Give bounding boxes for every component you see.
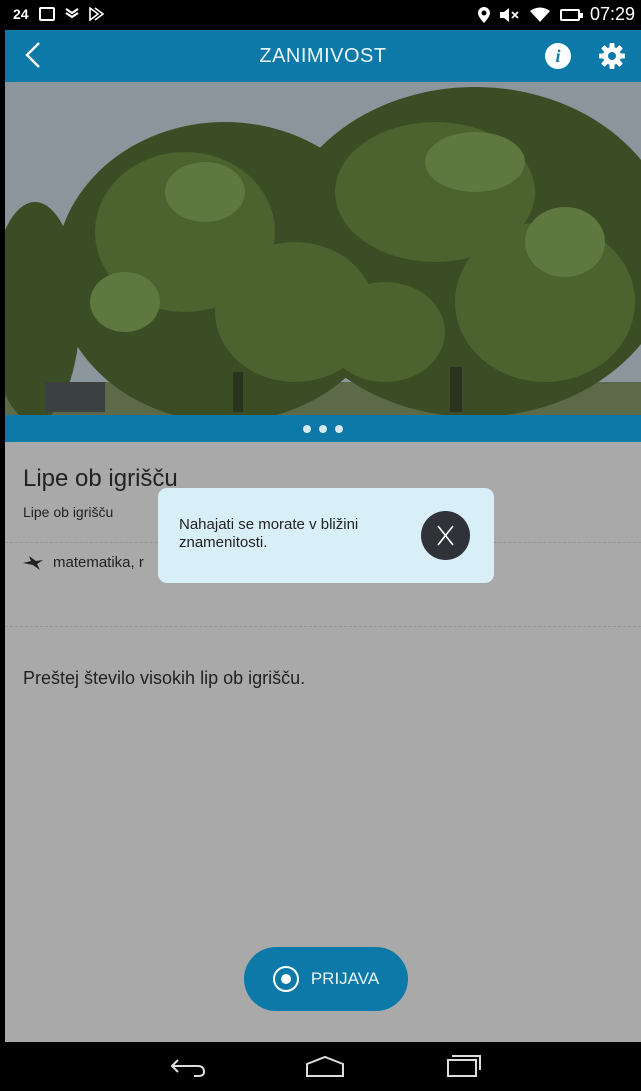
detail-subtitle: Lipe ob igrišču — [23, 504, 114, 520]
status-bar: 24 07:29 — [5, 0, 641, 30]
volume-muted-icon — [499, 7, 519, 22]
toast-popup: Nahajati se morate v bližini znamenitost… — [158, 488, 494, 583]
close-button[interactable] — [421, 511, 470, 560]
close-icon — [437, 525, 454, 546]
status-bar-right: 07:29 — [477, 4, 635, 25]
nav-back-icon[interactable] — [168, 1054, 208, 1078]
app-bar: ZANIMIVOST i — [5, 30, 641, 82]
status-bar-left: 24 — [13, 6, 105, 22]
tree-photo — [5, 82, 641, 415]
tags-text: matematika, r — [53, 554, 144, 571]
system-nav-bar — [5, 1042, 641, 1091]
wifi-icon — [529, 7, 550, 22]
detail-tags: matematika, r — [23, 554, 144, 571]
detail-description: Preštej število visokih lip ob igrišču. — [23, 668, 306, 688]
radio-icon — [272, 966, 299, 992]
pager-dot[interactable] — [319, 424, 327, 433]
mail-icon — [65, 8, 79, 19]
settings-icon[interactable] — [597, 41, 627, 71]
nav-recents-icon[interactable] — [442, 1054, 482, 1078]
gallery-image[interactable] — [5, 82, 641, 415]
status-label: 24 — [13, 6, 29, 22]
battery-icon — [559, 8, 583, 21]
image-icon — [38, 7, 55, 21]
bird-icon — [23, 555, 43, 570]
divider — [5, 626, 641, 627]
app-frame: 24 07:29 ZANIMIVOST i Lipe ob igrišču Li… — [5, 0, 641, 1091]
pager-dot[interactable] — [335, 424, 343, 433]
status-time: 07:29 — [589, 4, 635, 24]
info-icon[interactable]: i — [545, 43, 571, 69]
gallery-pager — [5, 415, 641, 442]
play-icon — [88, 7, 104, 21]
location-icon — [477, 6, 490, 23]
popup-message: Nahajati se morate v bližini znamenitost… — [179, 516, 359, 551]
pager-dot[interactable] — [303, 424, 311, 433]
detail-title: Lipe ob igrišču — [23, 465, 178, 492]
prijava-button[interactable]: PRIJAVA — [244, 947, 408, 1011]
prijava-label: PRIJAVA — [310, 969, 380, 988]
nav-home-icon[interactable] — [303, 1054, 347, 1078]
